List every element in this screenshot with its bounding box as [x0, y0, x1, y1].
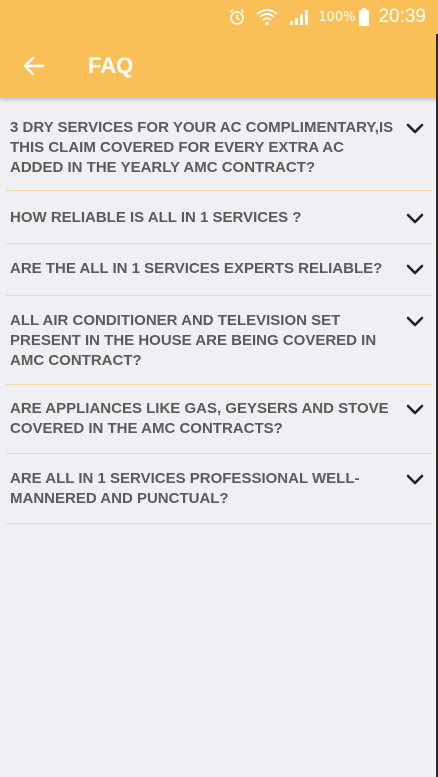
page-title: FAQ: [88, 53, 134, 78]
arrow-left-icon: [23, 56, 45, 76]
chevron-down-icon[interactable]: [404, 259, 426, 281]
faq-list: 3 DRY SERVICES FOR YOUR AC COMPLIMENTARY…: [0, 98, 438, 524]
faq-item[interactable]: 3 DRY SERVICES FOR YOUR AC COMPLIMENTARY…: [6, 98, 432, 191]
chevron-down-icon[interactable]: [404, 118, 426, 140]
faq-question: ARE THE ALL IN 1 SERVICES EXPERTS RELIAB…: [10, 260, 383, 277]
faq-question: ARE APPLIANCES LIKE GAS, GEYSERS AND STO…: [10, 400, 389, 437]
faq-item[interactable]: HOW RELIABLE IS ALL IN 1 SERVICES ?: [6, 191, 432, 244]
battery-percent: 100%: [318, 9, 356, 25]
chevron-down-icon[interactable]: [404, 399, 426, 421]
faq-item[interactable]: ARE THE ALL IN 1 SERVICES EXPERTS RELIAB…: [6, 244, 432, 296]
signal-icon: [288, 8, 310, 26]
clock: 20:39: [378, 6, 426, 27]
back-button[interactable]: [20, 52, 48, 80]
chevron-down-icon[interactable]: [404, 469, 426, 491]
faq-question: ALL AIR CONDITIONER AND TELEVISION SET P…: [10, 312, 377, 369]
wifi-icon: [256, 8, 278, 26]
faq-item[interactable]: ALL AIR CONDITIONER AND TELEVISION SET P…: [6, 296, 432, 385]
app-bar: FAQ: [0, 34, 438, 98]
faq-question: 3 DRY SERVICES FOR YOUR AC COMPLIMENTARY…: [10, 119, 394, 176]
status-bar: 100% 20:39: [0, 0, 438, 34]
faq-item[interactable]: ARE APPLIANCES LIKE GAS, GEYSERS AND STO…: [6, 385, 432, 454]
chevron-down-icon[interactable]: [404, 311, 426, 333]
chevron-down-icon[interactable]: [404, 208, 426, 230]
faq-question: ARE ALL IN 1 SERVICES PROFESSIONAL WELL-…: [10, 470, 360, 507]
faq-question: HOW RELIABLE IS ALL IN 1 SERVICES ?: [10, 209, 302, 226]
faq-item[interactable]: ARE ALL IN 1 SERVICES PROFESSIONAL WELL-…: [6, 454, 432, 524]
battery-icon: [358, 8, 370, 26]
alarm-icon: [228, 8, 246, 26]
